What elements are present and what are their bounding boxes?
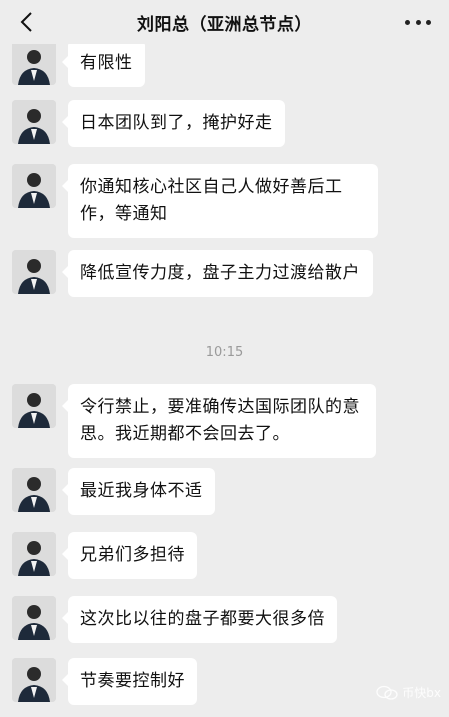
back-arrow-icon[interactable] <box>16 10 40 34</box>
avatar[interactable] <box>12 250 56 294</box>
message-bubble: 降低宣传力度，盘子主力过渡给散户 <box>62 250 373 297</box>
avatar[interactable] <box>12 596 56 640</box>
more-options-icon[interactable] <box>405 12 431 32</box>
avatar[interactable] <box>12 532 56 576</box>
message: 最近我身体不适 <box>0 466 449 522</box>
avatar[interactable] <box>12 41 56 85</box>
message-bubble: 节奏要控制好 <box>62 658 197 705</box>
avatar[interactable] <box>12 164 56 208</box>
timestamp: 10:15 <box>205 345 244 360</box>
message-bubble: 这次比以往的盘子都要大很多倍 <box>62 596 337 643</box>
message: 日本团队到了，掩护好走 <box>0 98 449 154</box>
message: 兄弟们多担待 <box>0 530 449 586</box>
avatar[interactable] <box>12 468 56 512</box>
watermark: 币快bx <box>376 684 441 701</box>
message-bubble: 令行禁止，要准确传达国际团队的意思。我近期都不会回去了。 <box>62 384 376 458</box>
message: 这次比以往的盘子都要大很多倍 <box>0 594 449 650</box>
message: 降低宣传力度，盘子主力过渡给散户 <box>0 248 449 324</box>
watermark-text: 币快bx <box>402 686 441 700</box>
message-bubble: 日本团队到了，掩护好走 <box>62 100 285 147</box>
wechat-icon <box>376 685 398 700</box>
avatar[interactable] <box>12 384 56 428</box>
chat-header: 刘阳总（亚洲总节点） <box>0 0 449 44</box>
message-bubble: 兄弟们多担待 <box>62 532 197 579</box>
message-bubble: 最近我身体不适 <box>62 468 215 515</box>
message-bubble: 有限性 <box>62 40 145 87</box>
message: 你通知核心社区自己人做好善后工作，等通知 <box>0 162 449 238</box>
message: 有限性 <box>0 36 449 96</box>
message-bubble: 你通知核心社区自己人做好善后工作，等通知 <box>62 164 378 238</box>
message: 令行禁止，要准确传达国际团队的意思。我近期都不会回去了。 <box>0 382 449 458</box>
chat-area[interactable]: 有限性 日本团队到了，掩护好走 你通知核心社区自己人做好善后工作，等通知 降低宣… <box>0 0 449 717</box>
avatar[interactable] <box>12 100 56 144</box>
avatar[interactable] <box>12 658 56 702</box>
chat-title: 刘阳总（亚洲总节点） <box>137 14 312 35</box>
